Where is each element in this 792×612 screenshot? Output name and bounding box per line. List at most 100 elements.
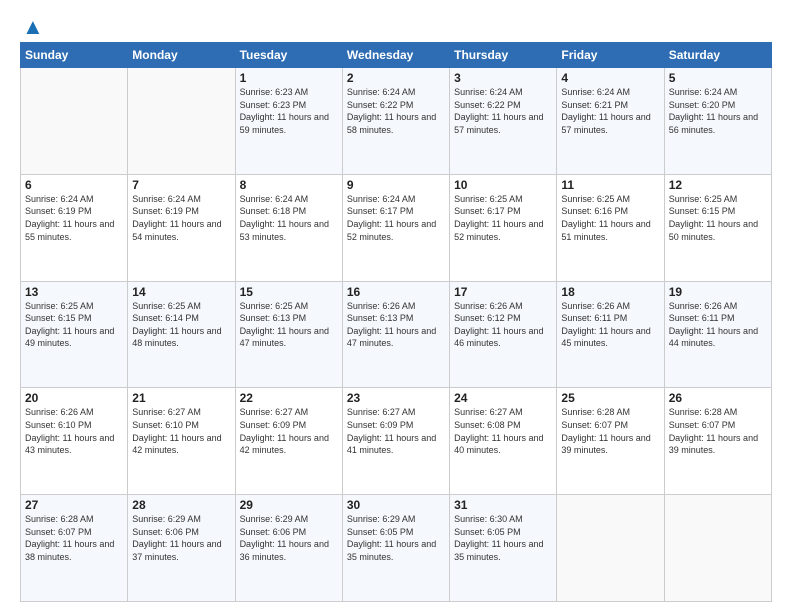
day-number: 16 bbox=[347, 285, 445, 299]
day-cell: 15Sunrise: 6:25 AMSunset: 6:13 PMDayligh… bbox=[235, 281, 342, 388]
day-number: 17 bbox=[454, 285, 552, 299]
day-info: Sunrise: 6:24 AMSunset: 6:18 PMDaylight:… bbox=[240, 193, 338, 243]
day-number: 3 bbox=[454, 71, 552, 85]
col-header-wednesday: Wednesday bbox=[342, 43, 449, 68]
day-cell bbox=[21, 68, 128, 175]
day-cell: 24Sunrise: 6:27 AMSunset: 6:08 PMDayligh… bbox=[450, 388, 557, 495]
day-cell: 26Sunrise: 6:28 AMSunset: 6:07 PMDayligh… bbox=[664, 388, 771, 495]
day-cell: 9Sunrise: 6:24 AMSunset: 6:17 PMDaylight… bbox=[342, 174, 449, 281]
week-row-3: 13Sunrise: 6:25 AMSunset: 6:15 PMDayligh… bbox=[21, 281, 772, 388]
day-cell: 17Sunrise: 6:26 AMSunset: 6:12 PMDayligh… bbox=[450, 281, 557, 388]
day-info: Sunrise: 6:29 AMSunset: 6:06 PMDaylight:… bbox=[240, 513, 338, 563]
day-cell: 16Sunrise: 6:26 AMSunset: 6:13 PMDayligh… bbox=[342, 281, 449, 388]
day-cell bbox=[128, 68, 235, 175]
col-header-friday: Friday bbox=[557, 43, 664, 68]
day-number: 2 bbox=[347, 71, 445, 85]
day-info: Sunrise: 6:25 AMSunset: 6:16 PMDaylight:… bbox=[561, 193, 659, 243]
day-info: Sunrise: 6:30 AMSunset: 6:05 PMDaylight:… bbox=[454, 513, 552, 563]
day-cell: 2Sunrise: 6:24 AMSunset: 6:22 PMDaylight… bbox=[342, 68, 449, 175]
day-info: Sunrise: 6:26 AMSunset: 6:13 PMDaylight:… bbox=[347, 300, 445, 350]
day-info: Sunrise: 6:28 AMSunset: 6:07 PMDaylight:… bbox=[669, 406, 767, 456]
day-number: 8 bbox=[240, 178, 338, 192]
day-number: 26 bbox=[669, 391, 767, 405]
day-number: 28 bbox=[132, 498, 230, 512]
day-info: Sunrise: 6:24 AMSunset: 6:22 PMDaylight:… bbox=[454, 86, 552, 136]
header: ▲ bbox=[20, 18, 772, 32]
day-number: 19 bbox=[669, 285, 767, 299]
day-cell bbox=[664, 495, 771, 602]
day-number: 30 bbox=[347, 498, 445, 512]
day-cell: 8Sunrise: 6:24 AMSunset: 6:18 PMDaylight… bbox=[235, 174, 342, 281]
week-row-1: 1Sunrise: 6:23 AMSunset: 6:23 PMDaylight… bbox=[21, 68, 772, 175]
day-number: 6 bbox=[25, 178, 123, 192]
day-cell: 23Sunrise: 6:27 AMSunset: 6:09 PMDayligh… bbox=[342, 388, 449, 495]
day-number: 20 bbox=[25, 391, 123, 405]
day-cell: 22Sunrise: 6:27 AMSunset: 6:09 PMDayligh… bbox=[235, 388, 342, 495]
day-number: 9 bbox=[347, 178, 445, 192]
day-cell: 19Sunrise: 6:26 AMSunset: 6:11 PMDayligh… bbox=[664, 281, 771, 388]
day-info: Sunrise: 6:25 AMSunset: 6:17 PMDaylight:… bbox=[454, 193, 552, 243]
col-header-monday: Monday bbox=[128, 43, 235, 68]
week-row-4: 20Sunrise: 6:26 AMSunset: 6:10 PMDayligh… bbox=[21, 388, 772, 495]
day-number: 4 bbox=[561, 71, 659, 85]
day-cell: 3Sunrise: 6:24 AMSunset: 6:22 PMDaylight… bbox=[450, 68, 557, 175]
week-row-5: 27Sunrise: 6:28 AMSunset: 6:07 PMDayligh… bbox=[21, 495, 772, 602]
day-info: Sunrise: 6:24 AMSunset: 6:17 PMDaylight:… bbox=[347, 193, 445, 243]
calendar-table: SundayMondayTuesdayWednesdayThursdayFrid… bbox=[20, 42, 772, 602]
day-cell: 31Sunrise: 6:30 AMSunset: 6:05 PMDayligh… bbox=[450, 495, 557, 602]
day-number: 12 bbox=[669, 178, 767, 192]
day-cell: 11Sunrise: 6:25 AMSunset: 6:16 PMDayligh… bbox=[557, 174, 664, 281]
day-info: Sunrise: 6:26 AMSunset: 6:11 PMDaylight:… bbox=[669, 300, 767, 350]
day-cell: 28Sunrise: 6:29 AMSunset: 6:06 PMDayligh… bbox=[128, 495, 235, 602]
day-number: 22 bbox=[240, 391, 338, 405]
day-cell: 1Sunrise: 6:23 AMSunset: 6:23 PMDaylight… bbox=[235, 68, 342, 175]
col-header-thursday: Thursday bbox=[450, 43, 557, 68]
day-number: 27 bbox=[25, 498, 123, 512]
day-info: Sunrise: 6:24 AMSunset: 6:20 PMDaylight:… bbox=[669, 86, 767, 136]
day-number: 11 bbox=[561, 178, 659, 192]
col-header-saturday: Saturday bbox=[664, 43, 771, 68]
day-info: Sunrise: 6:26 AMSunset: 6:12 PMDaylight:… bbox=[454, 300, 552, 350]
day-info: Sunrise: 6:25 AMSunset: 6:15 PMDaylight:… bbox=[669, 193, 767, 243]
day-number: 7 bbox=[132, 178, 230, 192]
day-info: Sunrise: 6:25 AMSunset: 6:15 PMDaylight:… bbox=[25, 300, 123, 350]
day-number: 5 bbox=[669, 71, 767, 85]
day-number: 10 bbox=[454, 178, 552, 192]
day-cell: 30Sunrise: 6:29 AMSunset: 6:05 PMDayligh… bbox=[342, 495, 449, 602]
day-number: 24 bbox=[454, 391, 552, 405]
day-cell: 6Sunrise: 6:24 AMSunset: 6:19 PMDaylight… bbox=[21, 174, 128, 281]
day-info: Sunrise: 6:28 AMSunset: 6:07 PMDaylight:… bbox=[25, 513, 123, 563]
day-number: 13 bbox=[25, 285, 123, 299]
day-number: 14 bbox=[132, 285, 230, 299]
day-cell: 25Sunrise: 6:28 AMSunset: 6:07 PMDayligh… bbox=[557, 388, 664, 495]
day-number: 29 bbox=[240, 498, 338, 512]
day-info: Sunrise: 6:27 AMSunset: 6:09 PMDaylight:… bbox=[347, 406, 445, 456]
day-number: 18 bbox=[561, 285, 659, 299]
day-number: 15 bbox=[240, 285, 338, 299]
day-number: 23 bbox=[347, 391, 445, 405]
day-cell: 29Sunrise: 6:29 AMSunset: 6:06 PMDayligh… bbox=[235, 495, 342, 602]
day-cell: 5Sunrise: 6:24 AMSunset: 6:20 PMDaylight… bbox=[664, 68, 771, 175]
day-cell: 18Sunrise: 6:26 AMSunset: 6:11 PMDayligh… bbox=[557, 281, 664, 388]
day-info: Sunrise: 6:29 AMSunset: 6:06 PMDaylight:… bbox=[132, 513, 230, 563]
logo: ▲ bbox=[20, 18, 44, 32]
day-info: Sunrise: 6:27 AMSunset: 6:09 PMDaylight:… bbox=[240, 406, 338, 456]
day-number: 21 bbox=[132, 391, 230, 405]
day-info: Sunrise: 6:24 AMSunset: 6:21 PMDaylight:… bbox=[561, 86, 659, 136]
day-info: Sunrise: 6:26 AMSunset: 6:11 PMDaylight:… bbox=[561, 300, 659, 350]
logo-bird-icon: ▲ bbox=[22, 14, 44, 40]
day-number: 25 bbox=[561, 391, 659, 405]
day-cell: 7Sunrise: 6:24 AMSunset: 6:19 PMDaylight… bbox=[128, 174, 235, 281]
day-cell: 20Sunrise: 6:26 AMSunset: 6:10 PMDayligh… bbox=[21, 388, 128, 495]
day-info: Sunrise: 6:24 AMSunset: 6:22 PMDaylight:… bbox=[347, 86, 445, 136]
week-row-2: 6Sunrise: 6:24 AMSunset: 6:19 PMDaylight… bbox=[21, 174, 772, 281]
day-cell: 21Sunrise: 6:27 AMSunset: 6:10 PMDayligh… bbox=[128, 388, 235, 495]
day-number: 1 bbox=[240, 71, 338, 85]
day-info: Sunrise: 6:24 AMSunset: 6:19 PMDaylight:… bbox=[25, 193, 123, 243]
day-cell: 14Sunrise: 6:25 AMSunset: 6:14 PMDayligh… bbox=[128, 281, 235, 388]
day-info: Sunrise: 6:27 AMSunset: 6:08 PMDaylight:… bbox=[454, 406, 552, 456]
day-info: Sunrise: 6:27 AMSunset: 6:10 PMDaylight:… bbox=[132, 406, 230, 456]
col-header-sunday: Sunday bbox=[21, 43, 128, 68]
day-number: 31 bbox=[454, 498, 552, 512]
day-cell: 13Sunrise: 6:25 AMSunset: 6:15 PMDayligh… bbox=[21, 281, 128, 388]
